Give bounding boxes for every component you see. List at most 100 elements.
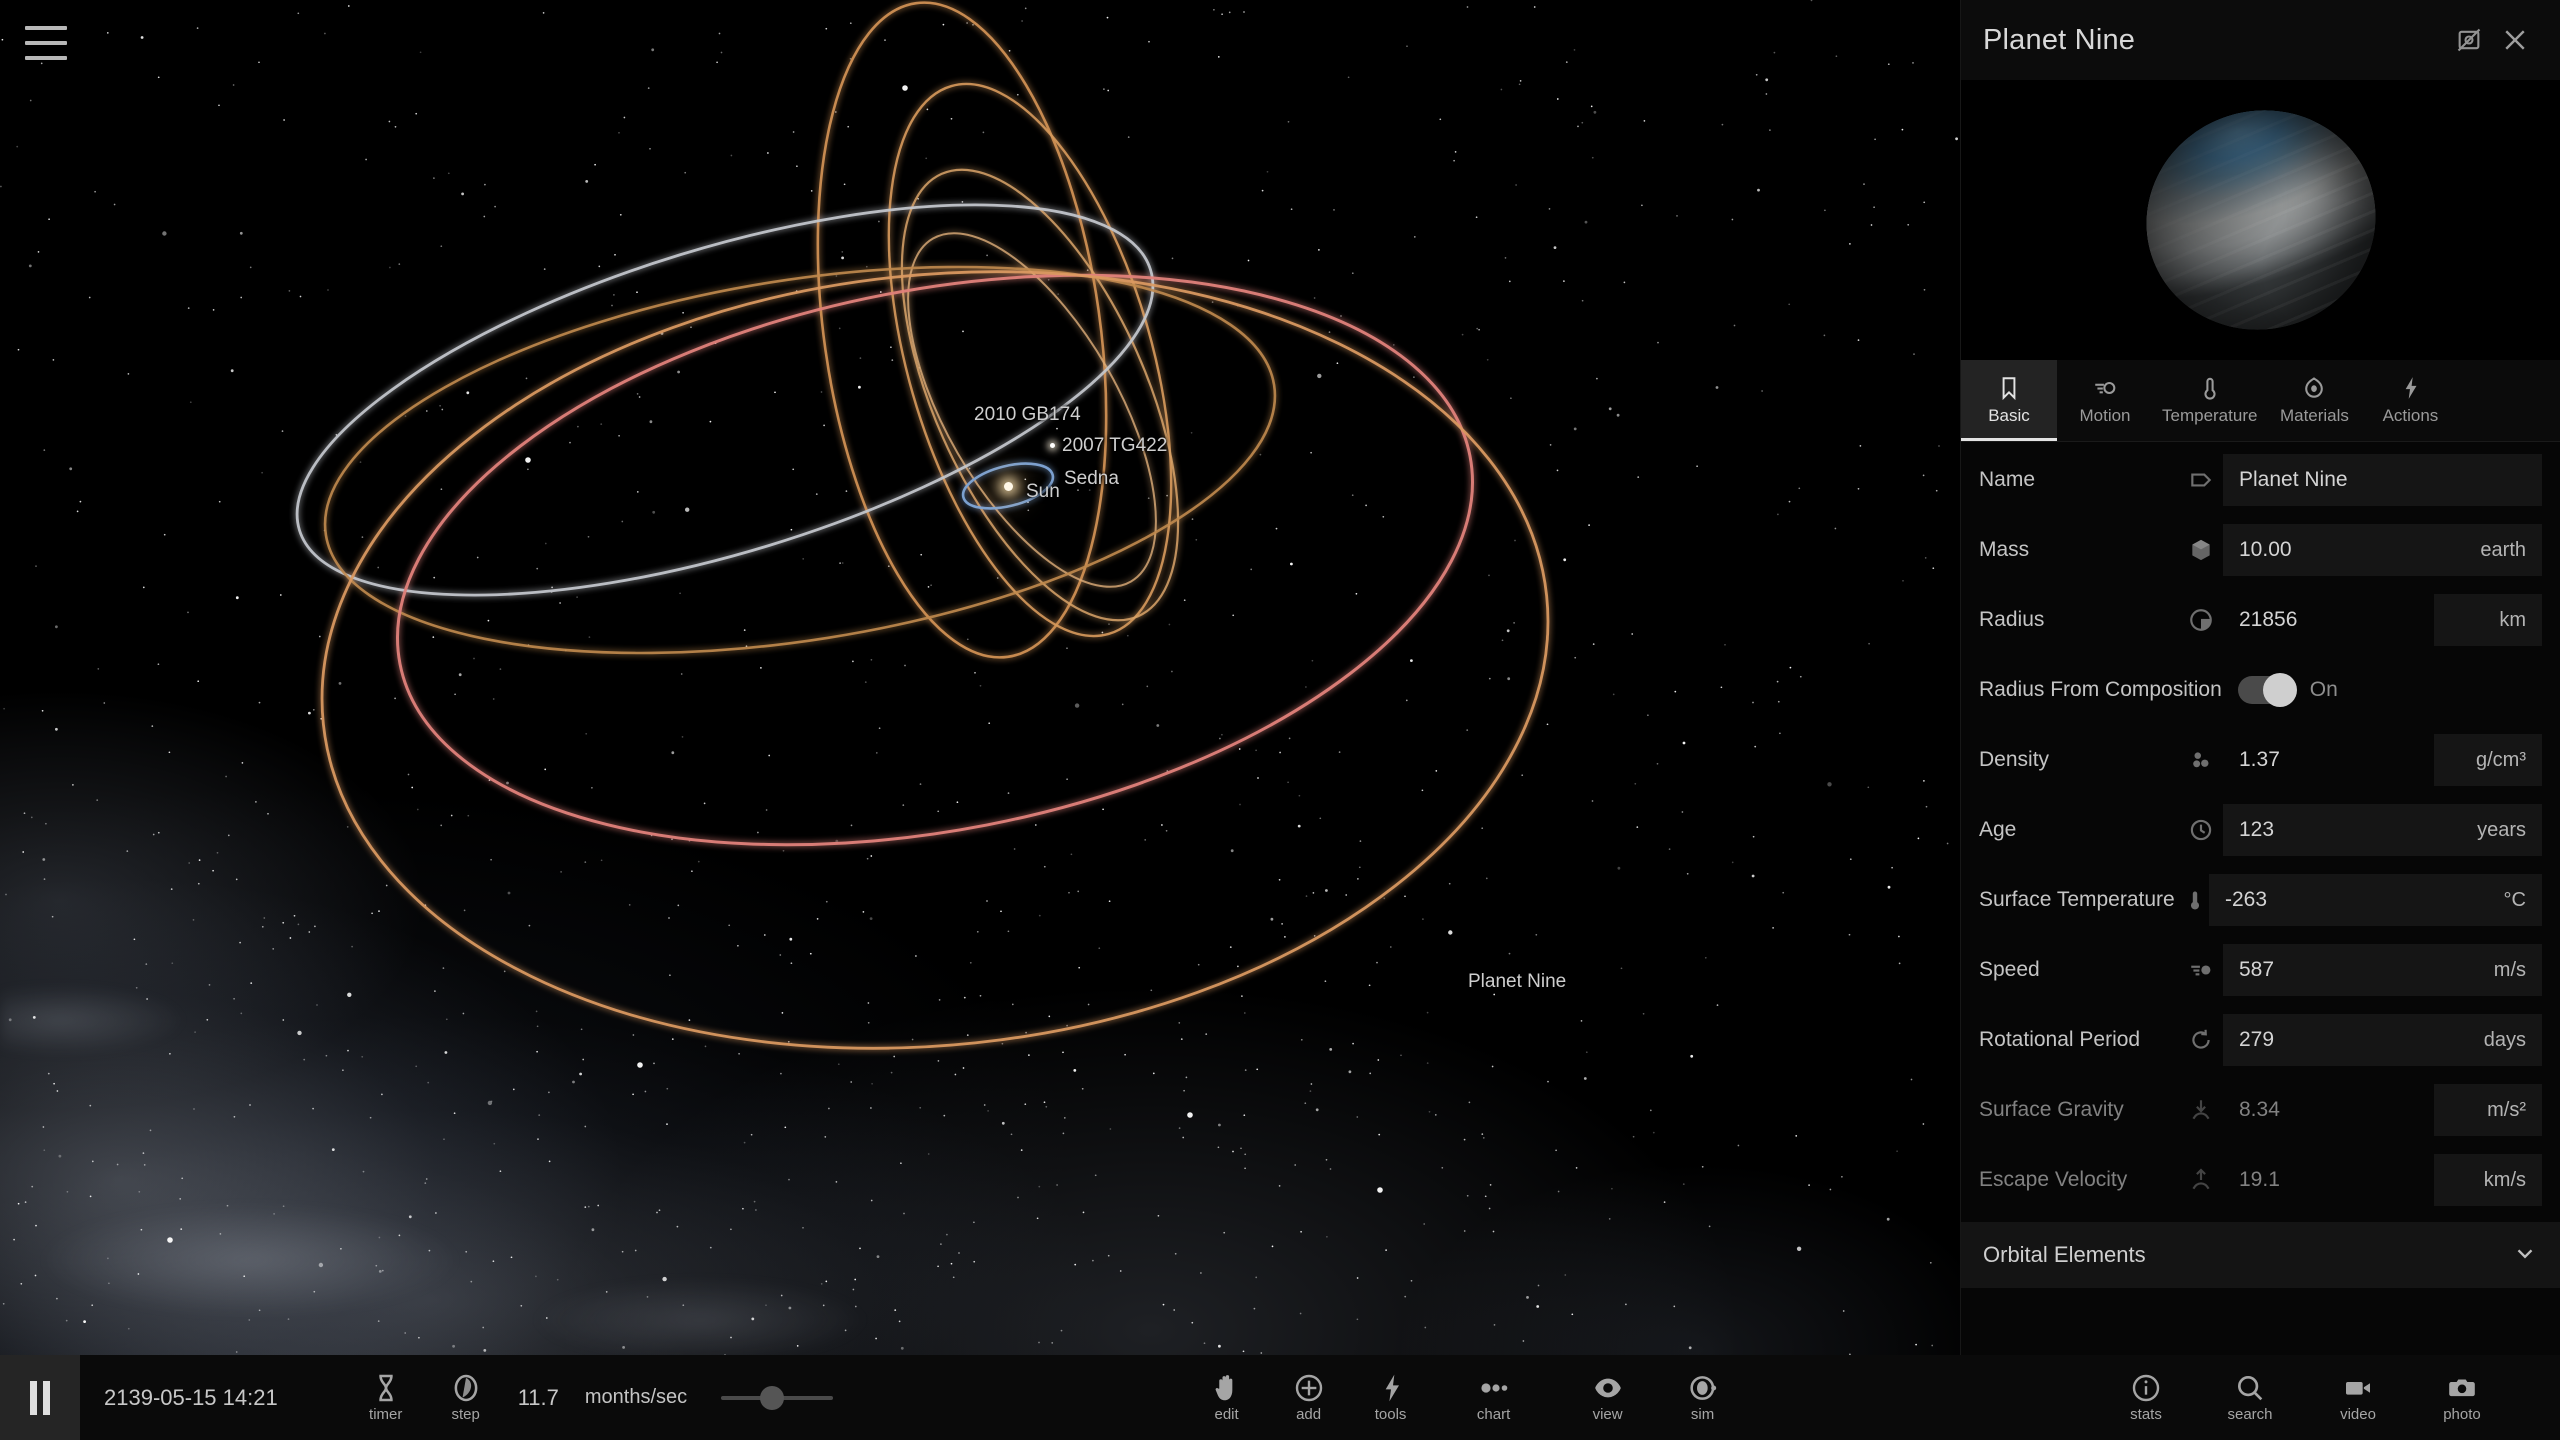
hide-image-icon[interactable] — [2446, 17, 2492, 63]
radius-icon — [2179, 607, 2223, 633]
tool-label: stats — [2130, 1406, 2162, 1423]
tool-label: sim — [1690, 1406, 1715, 1423]
speed-icon — [2179, 957, 2223, 983]
time-tools-group: timer step — [346, 1355, 506, 1440]
planet-nine-thumbnail[interactable] — [1961, 80, 2560, 360]
radius-input[interactable]: 21856 — [2223, 594, 2434, 646]
property-row-radius: Radius 21856 km — [1979, 592, 2542, 648]
mass-input[interactable]: 10.00 earth — [2223, 524, 2542, 576]
property-label: Rotational Period — [1979, 1028, 2141, 1051]
planet-terminator-shade — [2117, 80, 2404, 360]
step-button[interactable]: step — [426, 1355, 506, 1440]
property-label: Age — [1979, 818, 2017, 841]
tab-materials[interactable]: Materials — [2266, 360, 2362, 441]
property-list: Name Planet Nine Mass 10.00 earth Radius… — [1961, 442, 2560, 1440]
tool-label: search — [2227, 1406, 2273, 1423]
bottom-toolbar: 2139-05-15 14:21 timer step 11.7 months/… — [0, 1355, 2560, 1440]
tab-motion[interactable]: Motion — [2057, 360, 2153, 441]
property-unit[interactable]: °C — [2494, 889, 2526, 912]
property-value: 19.1 — [2239, 1168, 2280, 1191]
property-value: Planet Nine — [2239, 468, 2348, 491]
age-input[interactable]: 123 years — [2223, 804, 2542, 856]
simulation-viewport[interactable]: 2010 GB174 2007 TG422 Sedna Sun Planet N… — [0, 0, 1960, 1440]
surface-temperature-input[interactable]: -263 °C — [2209, 874, 2542, 926]
pause-icon[interactable] — [0, 1355, 80, 1440]
tab-label: Temperature — [2162, 406, 2258, 425]
property-unit[interactable]: m/s — [2484, 959, 2526, 982]
hamburger-menu-icon[interactable] — [25, 26, 67, 60]
hamburger-bar — [25, 26, 67, 30]
tool-label: chart — [1476, 1406, 1511, 1423]
tool-label: edit — [1214, 1406, 1239, 1423]
tool-label: tools — [1374, 1406, 1407, 1423]
tool-label: video — [2340, 1406, 2376, 1423]
speed-value[interactable]: 11.7 — [518, 1385, 559, 1411]
view-button[interactable]: view — [1556, 1355, 1660, 1440]
hamburger-bar — [25, 56, 67, 60]
property-row-surface-temperature: Surface Temperature -263 °C — [1979, 872, 2542, 928]
edit-button[interactable]: edit — [1186, 1355, 1268, 1440]
tab-label: Actions — [2382, 406, 2439, 425]
sim-button[interactable]: sim — [1660, 1355, 1746, 1440]
radius-unit[interactable]: km — [2434, 594, 2542, 646]
property-unit[interactable]: years — [2467, 819, 2526, 842]
property-value: 10.00 — [2239, 538, 2292, 561]
tag-icon — [2179, 467, 2223, 493]
property-label: Density — [1979, 748, 2050, 771]
toggle-state: On — [2309, 678, 2338, 701]
speed-slider[interactable] — [721, 1383, 834, 1413]
property-row-escape-velocity: Escape Velocity 19.1 km/s — [1979, 1152, 2542, 1208]
add-button[interactable]: add — [1268, 1355, 1350, 1440]
sun-marker[interactable] — [1004, 482, 1013, 491]
clock-icon — [2179, 817, 2223, 843]
speed-input[interactable]: 587 m/s — [2223, 944, 2542, 996]
speed-unit[interactable]: months/sec — [585, 1386, 687, 1409]
panel-tab-bar: Basic Motion Temperature Materials Actio… — [1961, 360, 2560, 442]
chart-button[interactable]: chart — [1432, 1355, 1556, 1440]
property-value: -263 — [2225, 888, 2268, 911]
pause-bar — [30, 1380, 37, 1415]
search-button[interactable]: search — [2194, 1355, 2306, 1440]
tab-label: Basic — [1988, 406, 2030, 425]
property-label: Mass — [1979, 538, 2030, 561]
orbital-elements-section[interactable]: Orbital Elements — [1961, 1222, 2560, 1288]
body-marker-2007tg422[interactable] — [1050, 443, 1055, 448]
property-value: 279 — [2239, 1028, 2275, 1051]
property-value: 123 — [2239, 818, 2275, 841]
density-unit[interactable]: g/cm³ — [2434, 734, 2542, 786]
property-label: Name — [1979, 468, 2036, 491]
video-button[interactable]: video — [2306, 1355, 2410, 1440]
name-input[interactable]: Planet Nine — [2223, 454, 2542, 506]
tab-temperature[interactable]: Temperature — [2153, 360, 2266, 441]
density-input[interactable]: 1.37 — [2223, 734, 2434, 786]
property-unit[interactable]: earth — [2470, 539, 2526, 562]
toggle-label: Radius From Composition — [1979, 678, 2222, 701]
property-label: Surface Gravity — [1979, 1098, 2124, 1121]
tab-label: Materials — [2279, 406, 2349, 425]
toggle-knob — [2262, 673, 2297, 707]
surface-gravity-unit[interactable]: m/s² — [2434, 1084, 2542, 1136]
tools-button[interactable]: tools — [1350, 1355, 1432, 1440]
chevron-down-icon — [2512, 1240, 2538, 1271]
rotational-period-input[interactable]: 279 days — [2223, 1014, 2542, 1066]
close-icon[interactable] — [2492, 17, 2538, 63]
property-value: 587 — [2239, 958, 2275, 981]
escape-velocity-value-box: 19.1 — [2223, 1154, 2434, 1206]
slider-thumb[interactable] — [759, 1385, 784, 1410]
tab-actions[interactable]: Actions — [2362, 360, 2458, 441]
escape-velocity-unit[interactable]: km/s — [2434, 1154, 2542, 1206]
property-label: Surface Temperature — [1979, 888, 2175, 911]
timer-button[interactable]: timer — [346, 1355, 426, 1440]
tab-basic[interactable]: Basic — [1961, 360, 2057, 441]
molecule-icon — [2179, 747, 2223, 773]
stats-button[interactable]: stats — [2098, 1355, 2194, 1440]
property-row-density: Density 1.37 g/cm³ — [1979, 732, 2542, 788]
rotation-icon — [2179, 1027, 2223, 1053]
radius-from-composition-toggle[interactable] — [2237, 673, 2297, 707]
property-unit[interactable]: days — [2474, 1029, 2526, 1052]
universe-sandbox-app: 2010 GB174 2007 TG422 Sedna Sun Planet N… — [0, 0, 2560, 1440]
photo-button[interactable]: photo — [2410, 1355, 2514, 1440]
simulation-date: 2139-05-15 14:21 — [104, 1384, 278, 1410]
property-row-surface-gravity: Surface Gravity 8.34 m/s² — [1979, 1082, 2542, 1138]
tool-label: timer — [369, 1406, 403, 1423]
